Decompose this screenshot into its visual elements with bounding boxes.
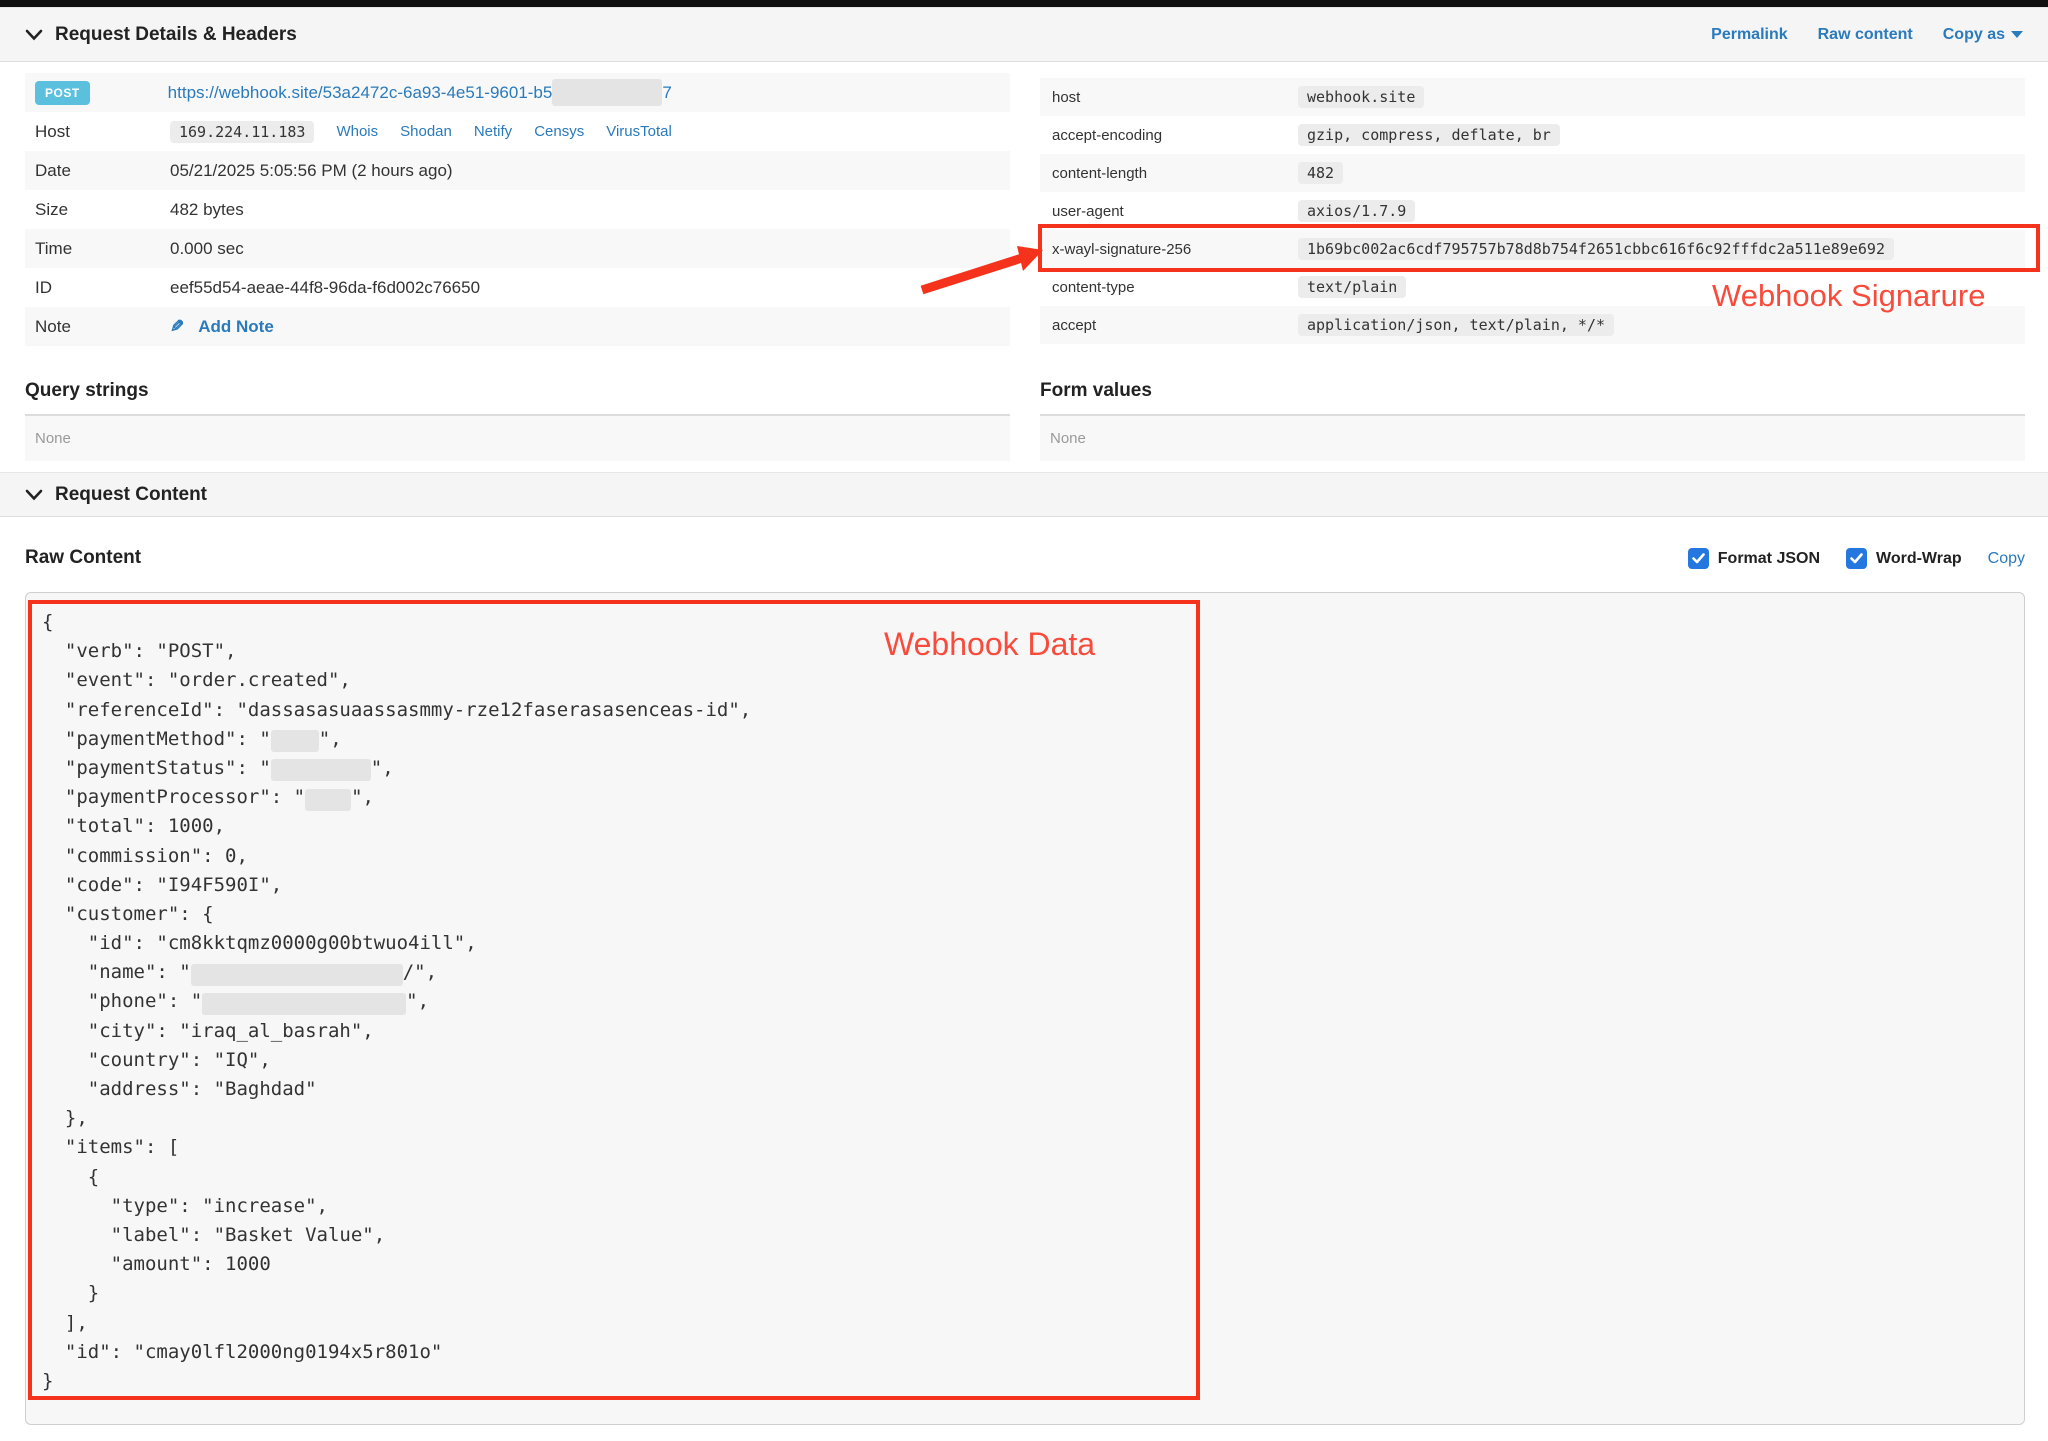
request-url-link[interactable]: https://webhook.site/53a2472c-6a93-4e51-… — [168, 79, 672, 106]
whois-link[interactable]: Whois — [336, 123, 378, 140]
url-prefix: https://webhook.site/53a2472c-6a93-4e51-… — [168, 83, 553, 103]
note-row: Note ✎ Add Note — [25, 307, 1010, 346]
request-body-json: { "verb": "POST", "event": "order.create… — [42, 608, 751, 1396]
query-strings-section: Query strings None — [25, 380, 1010, 461]
redacted-value — [271, 759, 371, 781]
copy-as-dropdown[interactable]: Copy as — [1943, 26, 2023, 44]
format-json-checkbox[interactable] — [1688, 548, 1709, 569]
virustotal-link[interactable]: VirusTotal — [606, 123, 672, 140]
url-suffix: 7 — [662, 83, 671, 103]
chevron-down-icon[interactable] — [25, 489, 43, 501]
format-json-toggle[interactable]: Format JSON — [1688, 548, 1820, 569]
header-name: content-length — [1052, 165, 1298, 182]
check-icon — [1850, 553, 1863, 564]
netify-link[interactable]: Netify — [474, 123, 512, 140]
details-section-title: Request Details & Headers — [55, 24, 297, 46]
url-row: POST https://webhook.site/53a2472c-6a93-… — [25, 73, 1010, 112]
date-value: 05/21/2025 5:05:56 PM (2 hours ago) — [170, 161, 453, 181]
redacted-value — [305, 789, 351, 811]
size-value: 482 bytes — [170, 200, 244, 220]
signature-highlight-box — [1038, 224, 2040, 272]
raw-content-title: Raw Content — [25, 547, 141, 569]
note-label: Note — [35, 317, 170, 337]
form-values-title: Form values — [1040, 380, 2025, 416]
host-label: Host — [35, 122, 170, 142]
query-strings-empty: None — [25, 416, 1010, 461]
window-top-bar — [0, 0, 2048, 7]
webhook-request-page: Request Details & Headers Permalink Raw … — [0, 0, 2048, 1441]
word-wrap-checkbox[interactable] — [1846, 548, 1867, 569]
add-note-label: Add Note — [198, 317, 274, 337]
request-details-table: POST https://webhook.site/53a2472c-6a93-… — [25, 73, 1010, 346]
redacted-value — [191, 964, 403, 986]
size-label: Size — [35, 200, 170, 220]
form-values-section: Form values None — [1040, 380, 2025, 461]
caret-down-icon — [2011, 31, 2023, 38]
annotation-arrow-icon — [895, 228, 1065, 308]
copy-as-label: Copy as — [1943, 26, 2005, 43]
format-json-label: Format JSON — [1718, 550, 1820, 568]
size-row: Size 482 bytes — [25, 190, 1010, 229]
shodan-link[interactable]: Shodan — [400, 123, 452, 140]
details-section-header: Request Details & Headers Permalink Raw … — [0, 7, 2048, 62]
request-content-title: Request Content — [55, 484, 207, 506]
header-name: host — [1052, 89, 1298, 106]
word-wrap-label: Word-Wrap — [1876, 550, 1962, 568]
webhook-data-annotation: Webhook Data — [884, 626, 1095, 663]
header-name: accept-encoding — [1052, 127, 1298, 144]
chevron-down-icon[interactable] — [25, 29, 43, 41]
permalink-link[interactable]: Permalink — [1711, 26, 1787, 44]
add-note-button[interactable]: ✎ Add Note — [170, 317, 274, 337]
request-id-value: eef55d54-aeae-44f8-96da-f6d002c76650 — [170, 278, 480, 298]
url-redaction — [552, 79, 662, 106]
header-value: text/plain — [1298, 276, 1406, 298]
header-value: axios/1.7.9 — [1298, 200, 1415, 222]
host-ip-value: 169.224.11.183 — [170, 121, 314, 143]
time-row: Time 0.000 sec — [25, 229, 1010, 268]
header-value: webhook.site — [1298, 86, 1424, 108]
form-values-empty: None — [1040, 416, 2025, 461]
pencil-icon: ✎ — [170, 317, 184, 337]
host-row: Host 169.224.11.183 Whois Shodan Netify … — [25, 112, 1010, 151]
header-value: 482 — [1298, 162, 1343, 184]
date-label: Date — [35, 161, 170, 181]
raw-content-link[interactable]: Raw content — [1818, 26, 1913, 44]
censys-link[interactable]: Censys — [534, 123, 584, 140]
query-strings-title: Query strings — [25, 380, 1010, 416]
header-value: application/json, text/plain, */* — [1298, 314, 1614, 336]
time-label: Time — [35, 239, 170, 259]
id-label: ID — [35, 278, 170, 298]
id-row: ID eef55d54-aeae-44f8-96da-f6d002c76650 — [25, 268, 1010, 307]
date-row: Date 05/21/2025 5:05:56 PM (2 hours ago) — [25, 151, 1010, 190]
header-value: gzip, compress, deflate, br — [1298, 124, 1560, 146]
webhook-signature-annotation: Webhook Signarure — [1712, 278, 1985, 314]
raw-content-controls: Format JSON Word-Wrap Copy — [1688, 548, 2025, 569]
redacted-value — [202, 993, 406, 1015]
header-row-host: host webhook.site — [1040, 78, 2025, 116]
check-icon — [1692, 553, 1705, 564]
header-name: user-agent — [1052, 203, 1298, 220]
header-name: accept — [1052, 317, 1298, 334]
method-badge: POST — [35, 81, 90, 105]
header-name: content-type — [1052, 279, 1298, 296]
request-content-section-header: Request Content — [0, 472, 2048, 517]
redacted-value — [271, 730, 319, 752]
copy-content-button[interactable]: Copy — [1988, 550, 2025, 568]
header-row-content-length: content-length 482 — [1040, 154, 2025, 192]
word-wrap-toggle[interactable]: Word-Wrap — [1846, 548, 1962, 569]
header-row-accept-encoding: accept-encoding gzip, compress, deflate,… — [1040, 116, 2025, 154]
time-value: 0.000 sec — [170, 239, 244, 259]
